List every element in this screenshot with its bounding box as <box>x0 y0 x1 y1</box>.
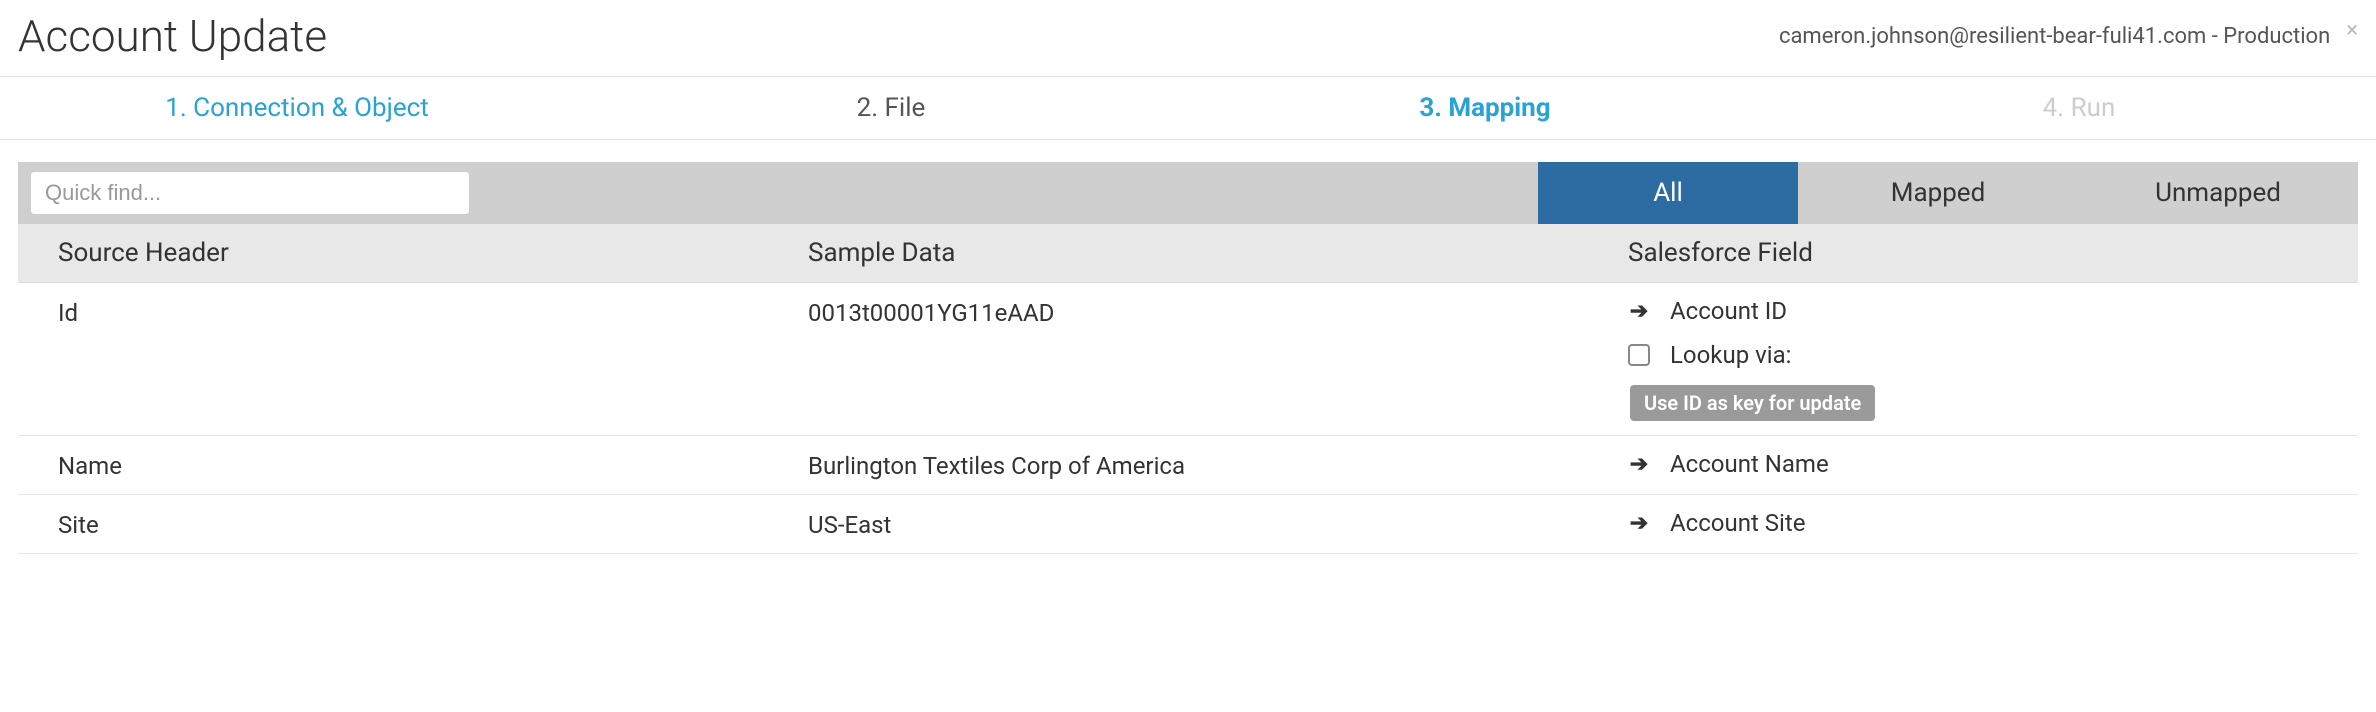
content: All Mapped Unmapped Source Header Sample… <box>0 140 2376 554</box>
filter-tab-mapped[interactable]: Mapped <box>1798 162 2078 224</box>
sf-field-name: Account ID <box>1670 297 1787 325</box>
sf-mapping-line[interactable]: ➔ Account Site <box>1628 509 2358 537</box>
cell-source: Id <box>58 297 808 327</box>
badge-container: Use ID as key for update <box>1628 385 2358 421</box>
use-id-badge[interactable]: Use ID as key for update <box>1630 385 1875 421</box>
lookup-via-line[interactable]: Lookup via: <box>1628 341 2358 369</box>
cell-salesforce: ➔ Account ID Lookup via: Use ID as key f… <box>1628 297 2358 421</box>
table-row: Name Burlington Textiles Corp of America… <box>18 436 2358 495</box>
filter-tab-all[interactable]: All <box>1538 162 1798 224</box>
wizard-step-mapping[interactable]: 3. Mapping <box>1188 77 1782 139</box>
cell-source: Site <box>58 509 808 539</box>
sf-mapping-line[interactable]: ➔ Account Name <box>1628 450 2358 478</box>
user-info: cameron.johnson@resilient-bear-fuli41.co… <box>1779 24 2358 49</box>
page-header: Account Update cameron.johnson@resilient… <box>0 0 2376 77</box>
table-row: Id 0013t00001YG11eAAD ➔ Account ID Looku… <box>18 283 2358 436</box>
lookup-label: Lookup via: <box>1670 341 1791 369</box>
search-input[interactable] <box>30 171 470 215</box>
close-icon[interactable]: × <box>2346 18 2358 43</box>
cell-sample: US-East <box>808 509 1628 539</box>
sf-field-name: Account Name <box>1670 450 1829 478</box>
cell-salesforce: ➔ Account Name <box>1628 450 2358 478</box>
wizard-steps: 1. Connection & Object 2. File 3. Mappin… <box>0 77 2376 140</box>
arrow-right-icon: ➔ <box>1628 452 1650 477</box>
wizard-step-connection[interactable]: 1. Connection & Object <box>0 77 594 139</box>
filter-tab-unmapped[interactable]: Unmapped <box>2078 162 2358 224</box>
user-label: cameron.johnson@resilient-bear-fuli41.co… <box>1779 24 2330 49</box>
page-title: Account Update <box>18 10 327 62</box>
mapping-toolbar: All Mapped Unmapped <box>18 162 2358 224</box>
sf-field-name: Account Site <box>1670 509 1805 537</box>
wizard-step-file[interactable]: 2. File <box>594 77 1188 139</box>
arrow-right-icon: ➔ <box>1628 299 1650 324</box>
table-row: Site US-East ➔ Account Site <box>18 495 2358 554</box>
cell-salesforce: ➔ Account Site <box>1628 509 2358 537</box>
table-header: Source Header Sample Data Salesforce Fie… <box>18 224 2358 283</box>
wizard-step-run: 4. Run <box>1782 77 2376 139</box>
sf-mapping-line[interactable]: ➔ Account ID <box>1628 297 2358 325</box>
column-header-salesforce: Salesforce Field <box>1628 238 2358 268</box>
arrow-right-icon: ➔ <box>1628 511 1650 536</box>
column-header-sample: Sample Data <box>808 238 1628 268</box>
lookup-checkbox[interactable] <box>1628 344 1650 366</box>
column-header-source: Source Header <box>58 238 808 268</box>
cell-sample: Burlington Textiles Corp of America <box>808 450 1628 480</box>
cell-sample: 0013t00001YG11eAAD <box>808 297 1628 327</box>
cell-source: Name <box>58 450 808 480</box>
